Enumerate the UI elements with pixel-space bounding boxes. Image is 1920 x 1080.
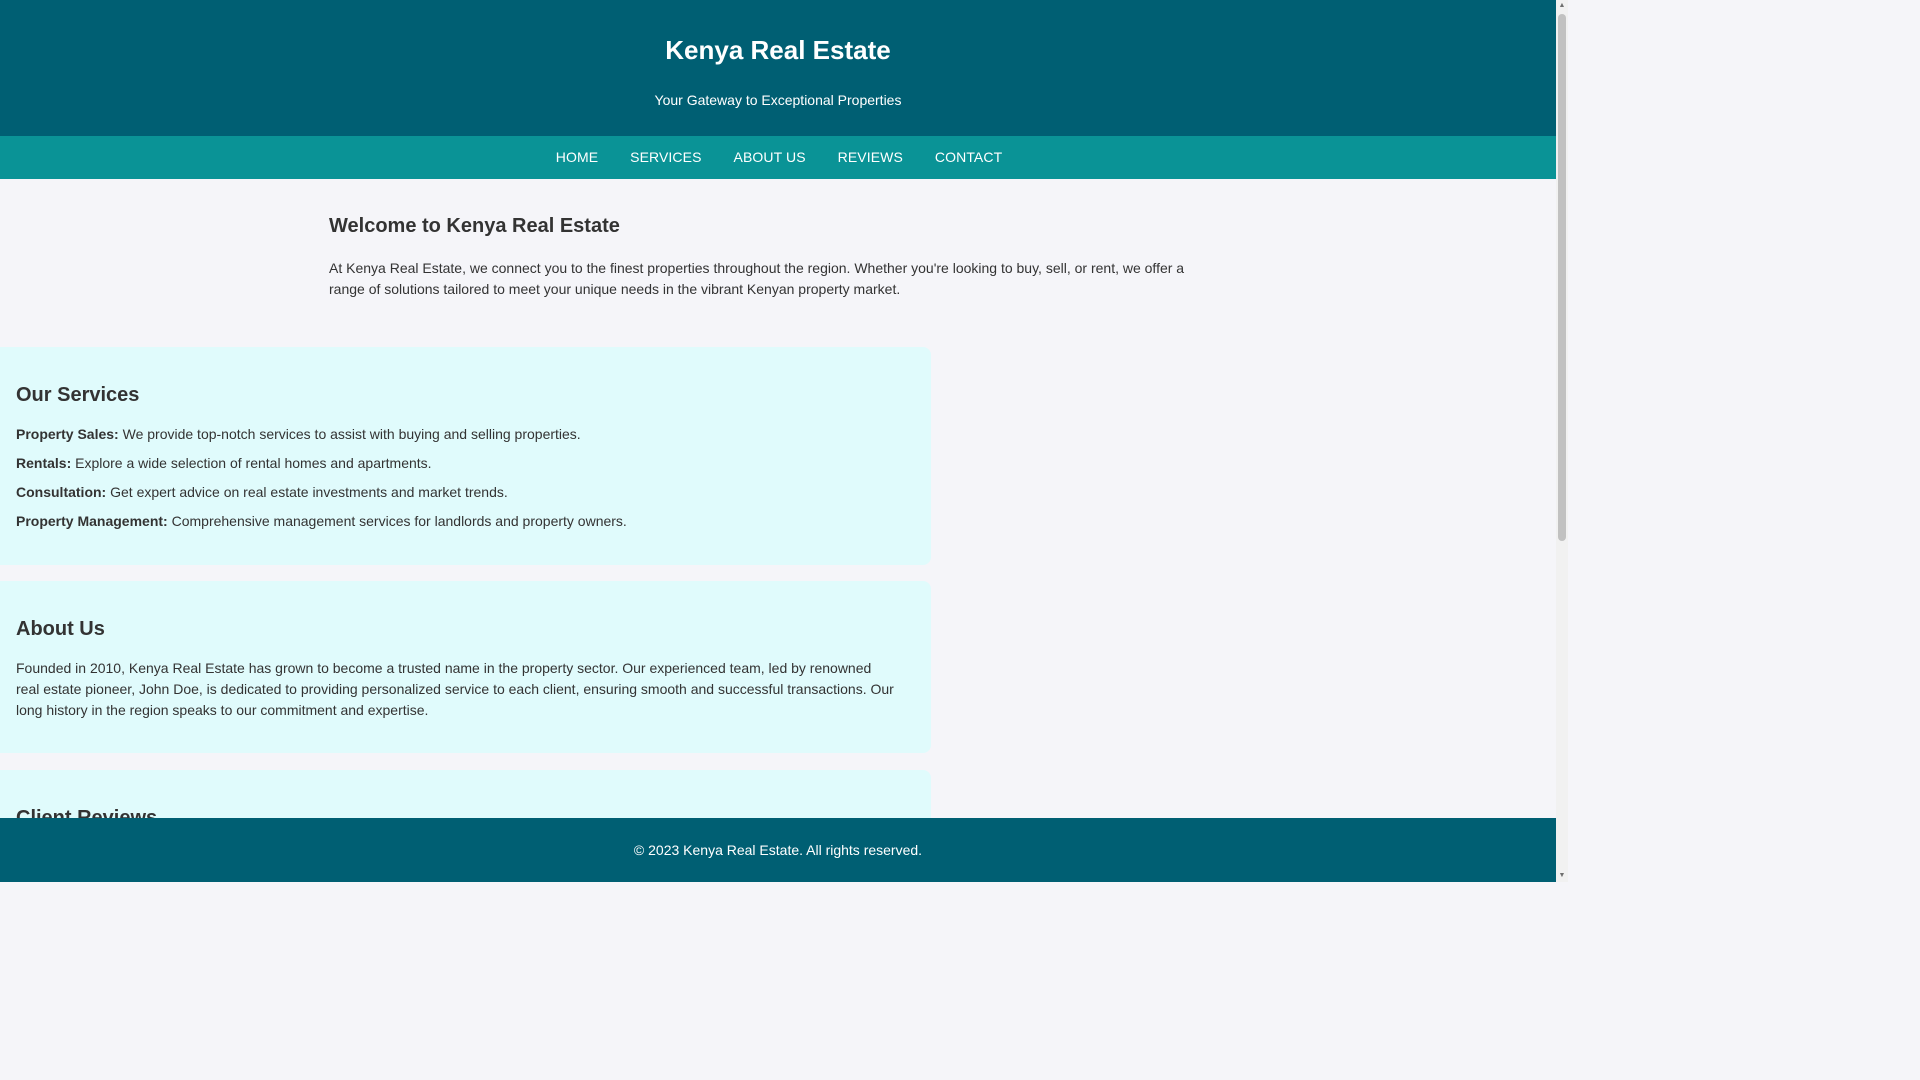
page: Kenya Real Estate Your Gateway to Except… — [0, 0, 1568, 882]
welcome-heading: Welcome to Kenya Real Estate — [329, 215, 620, 237]
nav-link-contact[interactable]: CONTACT — [919, 136, 1018, 179]
services-heading: Our Services — [16, 384, 140, 406]
about-text: Founded in 2010, Kenya Real Estate has g… — [16, 660, 894, 718]
scroll-thumb[interactable] — [1558, 14, 1566, 541]
service-item-label: Property Sales: — [16, 426, 119, 442]
services-section: Our Services Property Sales: We provide … — [0, 347, 931, 565]
service-item: Consultation: Get expert advice on real … — [16, 482, 915, 503]
service-item-label: Consultation: — [16, 484, 107, 500]
site-header: Kenya Real Estate Your Gateway to Except… — [0, 0, 1556, 136]
site-footer: © 2023 Kenya Real Estate. All rights res… — [0, 818, 1556, 882]
service-item-text: Comprehensive management services for la… — [167, 513, 627, 529]
scroll-down-icon[interactable]: ▼ — [1556, 870, 1568, 882]
service-item-text: We provide top-notch services to assist … — [118, 426, 581, 442]
page-scrollbar[interactable]: ▲ ▼ — [1556, 0, 1568, 882]
nav-link-about-us[interactable]: ABOUT US — [718, 136, 822, 179]
service-item-label: Rentals: — [16, 455, 72, 471]
site-tagline: Your Gateway to Exceptional Properties — [654, 92, 902, 108]
about-heading: About Us — [16, 618, 105, 640]
site-title: Kenya Real Estate — [665, 35, 891, 65]
nav-link-services[interactable]: SERVICES — [614, 136, 717, 179]
footer-copyright: © 2023 Kenya Real Estate. All rights res… — [633, 842, 923, 858]
service-item-label: Property Management: — [16, 513, 168, 529]
about-section: About Us Founded in 2010, Kenya Real Est… — [0, 581, 931, 753]
service-item: Property Management: Comprehensive manag… — [16, 511, 915, 532]
service-item-text: Explore a wide selection of rental homes… — [71, 455, 432, 471]
main-nav: HOME SERVICES ABOUT US REVIEWS CONTACT — [0, 136, 1556, 179]
service-item: Rentals: Explore a wide selection of ren… — [16, 453, 915, 474]
welcome-text: At Kenya Real Estate, we connect you to … — [329, 260, 1185, 297]
scroll-up-icon[interactable]: ▲ — [1556, 0, 1568, 12]
welcome-section: Welcome to Kenya Real Estate At Kenya Re… — [329, 212, 1199, 300]
service-item: Property Sales: We provide top-notch ser… — [16, 424, 915, 445]
nav-link-reviews[interactable]: REVIEWS — [822, 136, 919, 179]
nav-link-home[interactable]: HOME — [540, 136, 614, 179]
service-item-text: Get expert advice on real estate investm… — [106, 484, 508, 500]
